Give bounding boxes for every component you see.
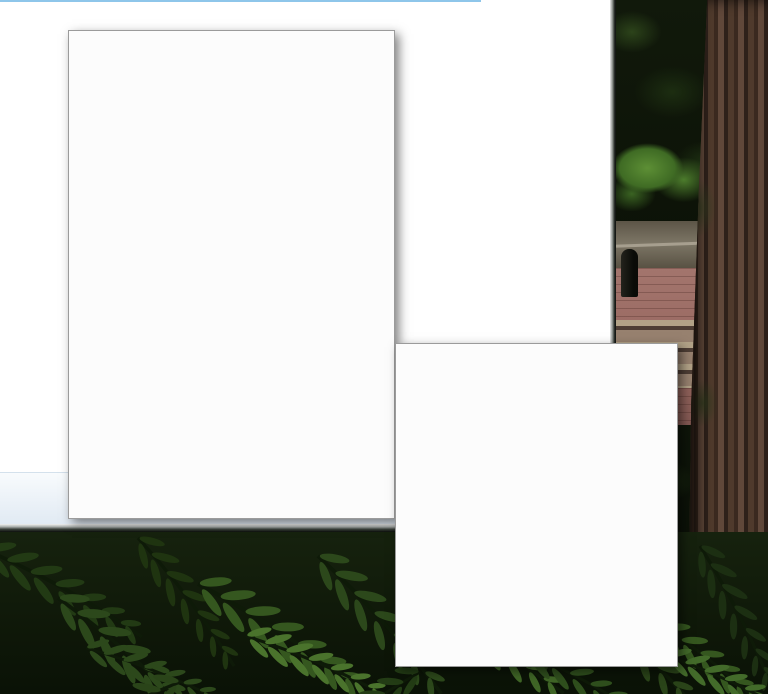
context-menu	[68, 30, 395, 519]
selection-edge-line	[0, 0, 481, 2]
send-to-submenu	[395, 343, 678, 667]
screen	[0, 0, 768, 694]
wallpaper-bollard	[621, 249, 638, 297]
